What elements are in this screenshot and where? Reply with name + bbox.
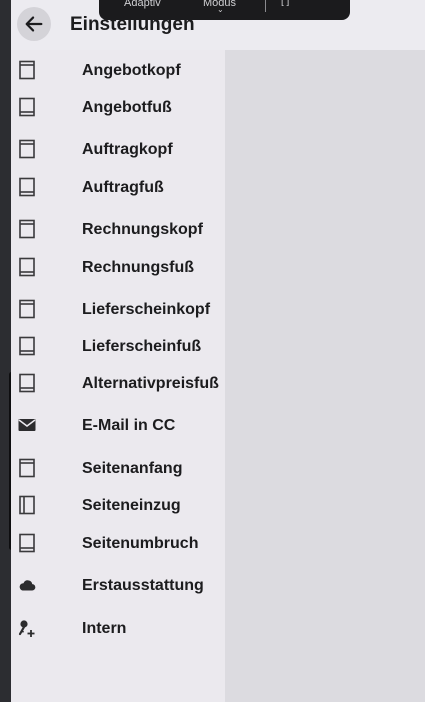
- page-header-icon: [19, 139, 35, 159]
- sidebar-item-label: Angebotfuß: [82, 99, 172, 116]
- sidebar-item-label: Alternativpreisfuß: [82, 375, 219, 392]
- sidebar-item-label: Angebotkopf: [82, 62, 181, 79]
- page-footer-icon: [19, 373, 35, 393]
- page-footer-icon: [19, 177, 35, 197]
- chevron-down-icon: ⌄: [217, 5, 224, 14]
- sidebar-item-erstausstattung[interactable]: Erstausstattung: [11, 567, 225, 603]
- left-edge-strip: [0, 0, 14, 702]
- sidebar-item-lieferscheinfuss[interactable]: Lieferscheinfuß: [11, 328, 225, 364]
- sidebar-item-label: Intern: [82, 620, 127, 637]
- sidebar-item-auftragfuss[interactable]: Auftragfuß: [11, 169, 225, 205]
- sidebar-item-label: Lieferscheinfuß: [82, 338, 202, 355]
- sidebar-item-label: Auftragfuß: [82, 179, 164, 196]
- sidebar-item-seitenumbruch[interactable]: Seitenumbruch: [11, 525, 225, 561]
- back-button[interactable]: [17, 7, 51, 41]
- page-footer-icon: [19, 97, 35, 117]
- cloud-icon: [19, 580, 36, 591]
- page-header-icon: [19, 458, 35, 478]
- sidebar-item-seitenanfang[interactable]: Seitenanfang: [11, 450, 225, 486]
- sidebar-item-label: Rechnungsfuß: [82, 259, 194, 276]
- top-overlay-bar: Adaptiv Modus ⌄ [ ]: [99, 0, 350, 20]
- sidebar-item-label: Erstausstattung: [82, 577, 204, 594]
- sidebar-item-email-cc[interactable]: E-Mail in CC: [11, 407, 225, 443]
- arrow-left-icon: [25, 16, 43, 32]
- page-header-icon: [19, 60, 35, 80]
- sidebar-item-alternativpreisfuss[interactable]: Alternativpreisfuß: [11, 365, 225, 401]
- settings-sidebar: Angebotkopf Angebotfuß Auftragkopf Auftr…: [11, 50, 225, 702]
- sidebar-item-rechnungskopf[interactable]: Rechnungskopf: [11, 211, 225, 247]
- sidebar-item-angebotfuss[interactable]: Angebotfuß: [11, 89, 225, 125]
- page-footer-icon: [19, 257, 35, 277]
- sidebar-item-label: Rechnungskopf: [82, 221, 203, 238]
- sidebar-item-intern[interactable]: Intern: [11, 610, 225, 646]
- sidebar-item-label: Seitenanfang: [82, 460, 183, 477]
- divider: [265, 0, 266, 12]
- sidebar-item-label: Seitenumbruch: [82, 535, 199, 552]
- page-header-icon: [19, 219, 35, 239]
- sidebar-item-seiteneinzug[interactable]: Seiteneinzug: [11, 487, 225, 523]
- page-header-icon: [19, 299, 35, 319]
- mail-icon: [18, 419, 36, 431]
- sidebar-item-label: E-Mail in CC: [82, 417, 176, 434]
- key-plus-icon: [18, 620, 35, 637]
- adaptive-label[interactable]: Adaptiv: [124, 0, 161, 9]
- content-area: [225, 50, 425, 702]
- page-footer-icon: [19, 533, 35, 553]
- sidebar-item-lieferscheinkopf[interactable]: Lieferscheinkopf: [11, 291, 225, 327]
- sidebar-item-angebotkopf[interactable]: Angebotkopf: [11, 52, 225, 88]
- page-indent-icon: [19, 495, 35, 515]
- sidebar-item-auftragkopf[interactable]: Auftragkopf: [11, 131, 225, 167]
- bracket-label[interactable]: [ ]: [281, 0, 289, 7]
- sidebar-item-label: Lieferscheinkopf: [82, 301, 211, 318]
- sidebar-item-label: Auftragkopf: [82, 141, 173, 158]
- page-footer-icon: [19, 336, 35, 356]
- sidebar-item-rechnungsfuss[interactable]: Rechnungsfuß: [11, 249, 225, 285]
- sidebar-item-label: Seiteneinzug: [82, 497, 181, 514]
